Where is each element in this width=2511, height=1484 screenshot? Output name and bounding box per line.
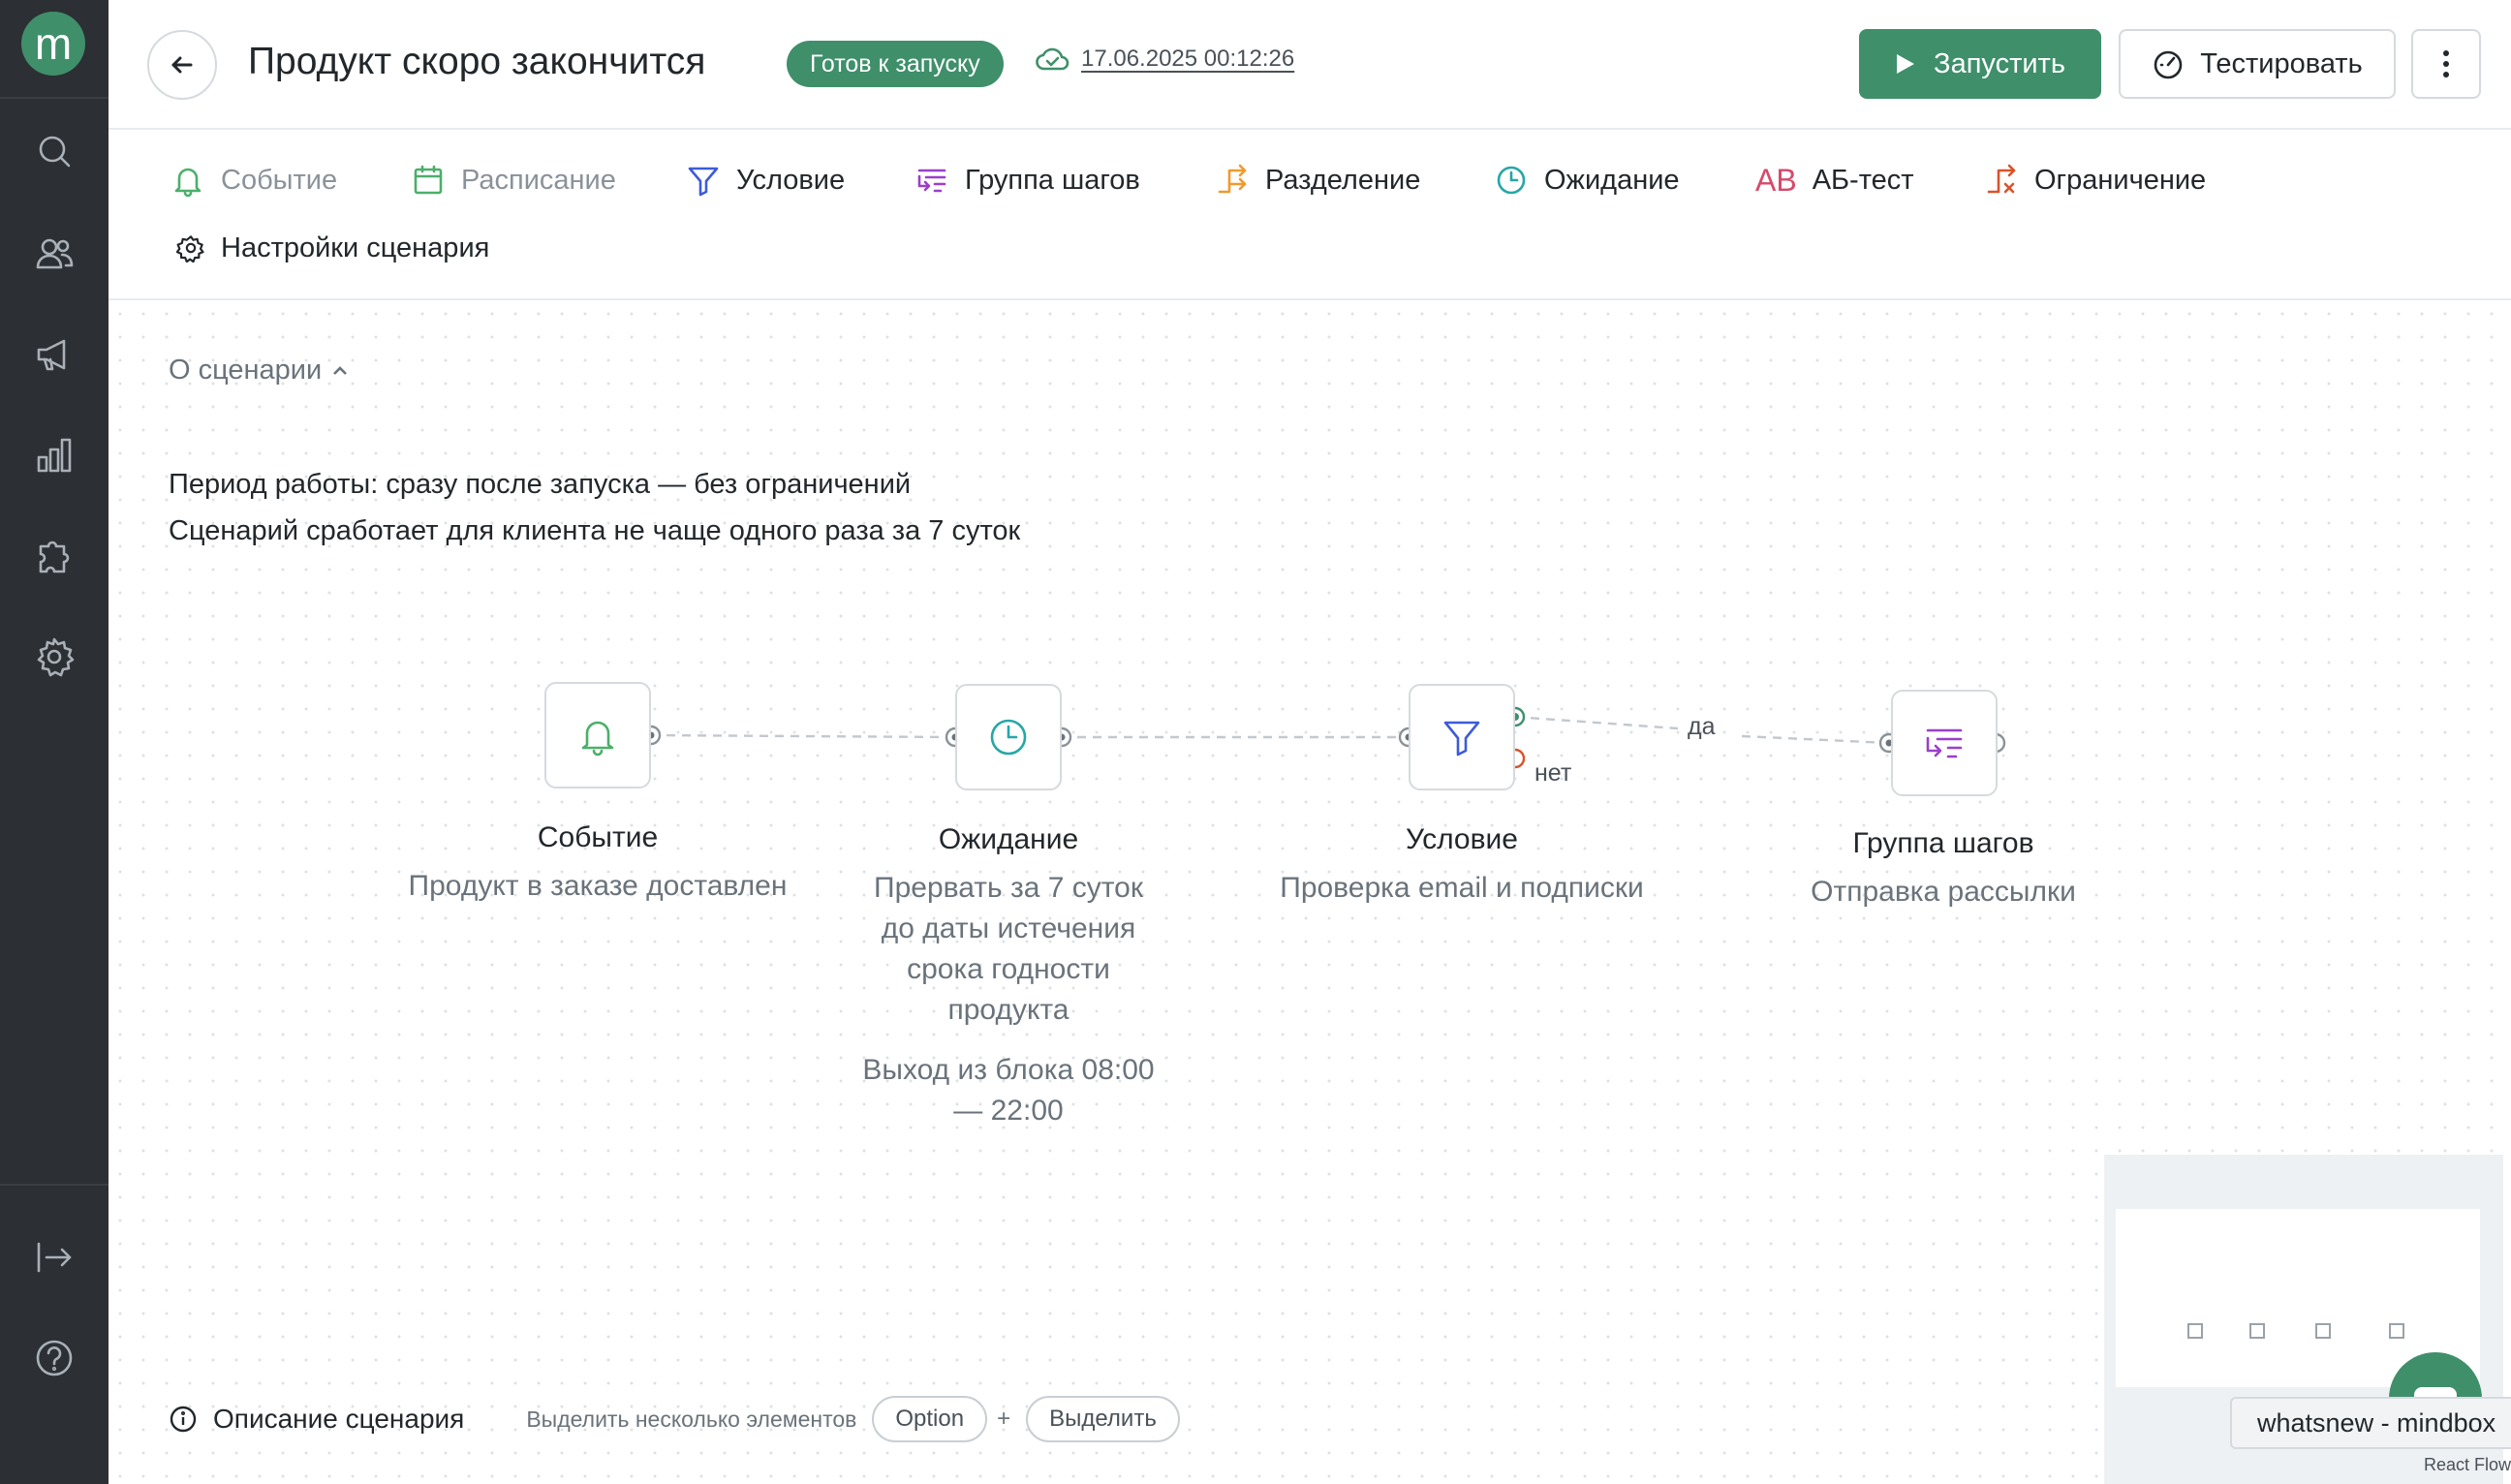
minimap-node xyxy=(2389,1323,2404,1339)
megaphone-icon[interactable] xyxy=(25,325,83,384)
node-steps-group-subtitle: Отправка рассылки xyxy=(1811,876,2076,908)
minimap-node xyxy=(2249,1323,2265,1339)
back-button[interactable] xyxy=(147,30,217,100)
node-event-subtitle: Продукт в заказе доставлен xyxy=(408,870,788,902)
saved-timestamp: 17.06.2025 00:12:26 xyxy=(1081,46,1295,72)
toolbar-item-schedule[interactable]: Расписание xyxy=(411,161,616,200)
bell-icon xyxy=(174,168,202,198)
toolbar-item-condition[interactable]: Условие xyxy=(686,161,845,200)
run-button[interactable]: Запустить xyxy=(1859,29,2101,99)
multi-select-hint: Выделить несколько элементов xyxy=(526,1406,857,1432)
toolbar-item-event[interactable]: Событие xyxy=(170,161,337,200)
rail-divider xyxy=(0,1184,108,1186)
edge-label-no: нет xyxy=(1534,759,1572,787)
play-icon xyxy=(1897,54,1915,74)
test-button[interactable]: Тестировать xyxy=(2119,29,2396,99)
node-condition-subtitle: Проверка email и подписки xyxy=(1280,872,1644,904)
key-option: Option xyxy=(872,1396,988,1442)
toolbar-item-limit[interactable]: Ограничение xyxy=(1984,161,2206,200)
key-plus: + xyxy=(997,1406,1011,1432)
mindbox-logo[interactable]: m xyxy=(21,12,85,76)
edge-label-yes: да xyxy=(1688,713,1716,740)
ab-icon: AB xyxy=(1755,163,1797,198)
limit-icon xyxy=(1987,164,2016,194)
more-menu-button[interactable] xyxy=(2411,29,2481,99)
edge-event-wait xyxy=(650,733,956,739)
scenario-settings-button[interactable]: Настройки сценария xyxy=(176,229,489,267)
save-status[interactable]: 17.06.2025 00:12:26 xyxy=(1035,45,1294,74)
filter-icon xyxy=(688,167,719,197)
filter-icon xyxy=(1443,721,1480,757)
run-button-label: Запустить xyxy=(1934,47,2065,79)
speedometer-icon xyxy=(2154,50,2183,79)
puzzle-icon[interactable] xyxy=(25,527,83,585)
bar-chart-icon[interactable] xyxy=(25,426,83,484)
toolbar-item-ab-test[interactable]: AB АБ-тест xyxy=(1755,161,1914,200)
edge-condition-yes xyxy=(1514,715,1679,730)
toolbar-item-steps-group[interactable]: Группа шагов xyxy=(914,161,1140,200)
window-tooltip: whatsnew - mindbox xyxy=(2230,1397,2511,1449)
header: Продукт скоро закончится Готов к запуску… xyxy=(108,0,2511,130)
cloud-check-icon xyxy=(1036,47,1070,71)
test-button-label: Тестировать xyxy=(2200,47,2363,79)
edge-yes-group xyxy=(1741,734,1890,745)
left-rail: m xyxy=(0,0,108,1484)
rail-divider xyxy=(0,97,108,99)
logout-icon[interactable] xyxy=(25,1228,83,1286)
node-steps-group-title: Группа шагов xyxy=(1852,827,2034,859)
node-condition-title: Условие xyxy=(1406,823,1518,855)
key-select: Выделить xyxy=(1026,1396,1180,1442)
gear-icon[interactable] xyxy=(25,628,83,686)
node-wait[interactable] xyxy=(955,684,1062,790)
steps-group-icon xyxy=(917,169,946,193)
scenario-description-button[interactable]: Описание сценария xyxy=(169,1404,464,1435)
canvas-footer: Описание сценария Выделить несколько эле… xyxy=(169,1395,1180,1443)
users-icon[interactable] xyxy=(25,225,83,283)
step-toolbar: Событие Расписание Условие Группа шагов … xyxy=(108,132,2511,300)
handles xyxy=(640,706,2006,769)
clock-icon xyxy=(1497,166,1526,195)
clock-icon xyxy=(990,719,1027,756)
node-event[interactable] xyxy=(544,682,651,788)
flow-canvas[interactable]: О сценарии Период работы: сразу после за… xyxy=(108,302,2511,1484)
calendar-icon xyxy=(414,165,443,195)
toolbar-item-split[interactable]: Разделение xyxy=(1215,161,1420,200)
info-icon xyxy=(170,1406,197,1433)
node-wait-exit-window: Выход из блока 08:00 — 22:00 xyxy=(862,1054,1155,1127)
help-icon[interactable] xyxy=(25,1329,83,1387)
minimap-node xyxy=(2187,1323,2203,1339)
search-icon[interactable] xyxy=(25,122,83,180)
react-flow-attribution[interactable]: React Flow xyxy=(2424,1455,2511,1475)
node-condition[interactable] xyxy=(1409,684,1515,790)
split-icon xyxy=(1218,164,1247,194)
toolbar-item-wait[interactable]: Ожидание xyxy=(1494,161,1680,200)
page-title: Продукт скоро закончится xyxy=(248,41,706,82)
node-wait-subtitle: Прервать за 7 суток до даты истечения ср… xyxy=(874,872,1143,1026)
steps-group-icon xyxy=(1926,728,1963,758)
node-wait-title: Ожидание xyxy=(938,823,1079,855)
bell-icon xyxy=(581,721,614,757)
gear-icon xyxy=(176,235,204,263)
more-vertical-icon xyxy=(2443,50,2449,77)
node-steps-group[interactable] xyxy=(1891,690,1998,796)
arrow-left-icon xyxy=(171,56,193,74)
node-event-title: Событие xyxy=(537,821,659,853)
minimap-node xyxy=(2315,1323,2331,1339)
status-badge: Готов к запуску xyxy=(787,41,1004,87)
